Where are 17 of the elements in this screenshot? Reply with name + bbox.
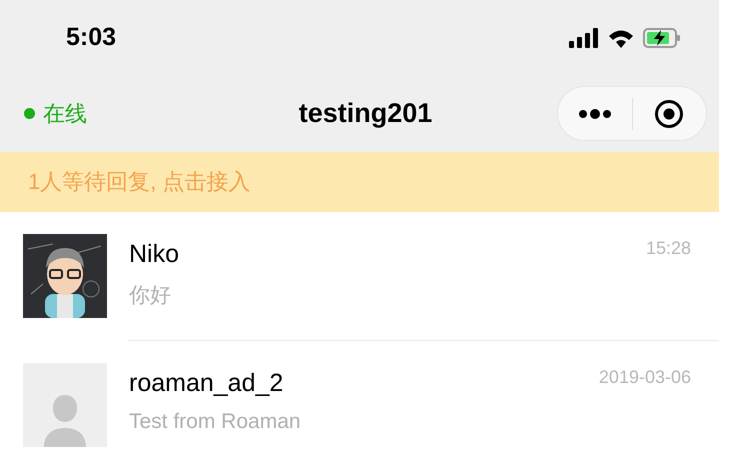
online-status-label: 在线: [43, 100, 87, 128]
message-preview: Test from Roaman: [129, 410, 302, 434]
conversation-item[interactable]: Niko 你好 15:28: [0, 212, 719, 340]
target-icon: [654, 98, 684, 128]
signal-icon: [569, 28, 599, 48]
battery-charging-icon: [643, 28, 681, 48]
contact-name: Niko: [129, 240, 180, 270]
message-time: 2019-03-06: [598, 366, 691, 389]
status-time: 5:03: [66, 23, 116, 52]
message-time: 15:28: [646, 237, 691, 260]
more-icon: [578, 108, 612, 118]
wifi-icon: [607, 28, 635, 48]
pending-text: 1人等待回复, 点击接入: [28, 168, 250, 196]
conversation-item[interactable]: roaman_ad_2 Test from Roaman 2019-03-06: [0, 341, 719, 469]
message-preview: 你好: [129, 283, 172, 310]
contact-name: roaman_ad_2: [129, 369, 284, 398]
page-title: testing201: [298, 98, 434, 129]
